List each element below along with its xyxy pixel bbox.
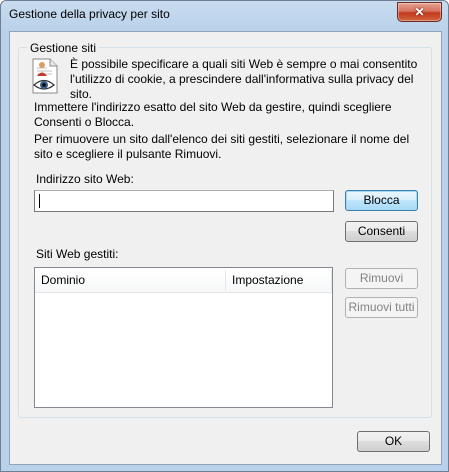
site-address-input[interactable] xyxy=(34,190,334,212)
instruction-enter-address: Immettere l'indirizzo esatto del sito We… xyxy=(34,100,392,129)
window-title: Gestione della privacy per sito xyxy=(9,7,170,21)
address-label: Indirizzo sito Web: xyxy=(36,172,134,186)
dialog-body: Gestione siti È possibile specificare a … xyxy=(9,31,442,465)
managed-sites-label: Siti Web gestiti: xyxy=(36,247,119,261)
ok-button[interactable]: OK xyxy=(357,431,430,452)
list-header: Dominio Impostazione xyxy=(35,268,332,293)
close-button[interactable]: ✕ xyxy=(397,2,442,22)
text-caret xyxy=(39,194,40,208)
instruction-remove-site: Per rimuovere un sito dall'elenco dei si… xyxy=(34,132,410,161)
dialog-window: Gestione della privacy per sito ✕ Gestio… xyxy=(0,0,449,472)
remove-all-button[interactable]: Rimuovi tutti xyxy=(345,297,418,318)
column-divider[interactable] xyxy=(331,270,332,291)
allow-button[interactable]: Consenti xyxy=(345,221,418,242)
managed-sites-list[interactable]: Dominio Impostazione xyxy=(34,267,333,408)
column-header-setting[interactable]: Impostazione xyxy=(226,268,332,292)
privacy-report-icon xyxy=(32,58,58,94)
title-bar[interactable]: Gestione della privacy per sito ✕ xyxy=(1,1,448,31)
column-header-domain[interactable]: Dominio xyxy=(35,268,225,292)
close-icon: ✕ xyxy=(414,5,425,19)
block-button[interactable]: Blocca xyxy=(345,190,418,211)
description-text: È possibile specificare a quali siti Web… xyxy=(70,57,418,101)
group-label: Gestione siti xyxy=(27,41,100,56)
remove-button[interactable]: Rimuovi xyxy=(345,268,418,289)
